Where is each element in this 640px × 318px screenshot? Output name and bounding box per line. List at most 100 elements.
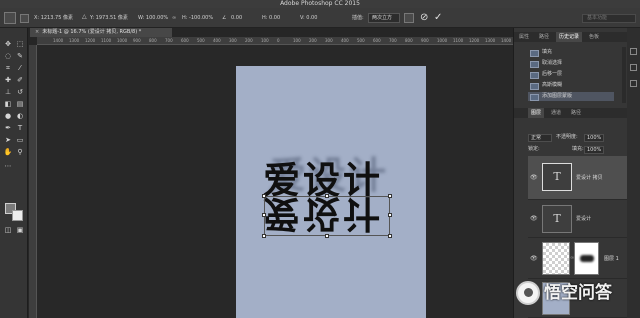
document-tab[interactable]: × 未标题-1 @ 16.7% (爱设计 拷贝, RGB/8) * — [30, 28, 172, 37]
fill-input[interactable]: 100% — [584, 146, 604, 154]
eyedropper-tool-icon[interactable]: ⁄ — [15, 64, 25, 73]
stamp-tool-icon[interactable]: ⊥ — [3, 88, 13, 97]
interpolation-select[interactable]: 两次立方 — [368, 13, 400, 23]
panel-icon[interactable] — [630, 80, 637, 87]
transform-bounding-box[interactable] — [262, 194, 392, 238]
interpolation-label: 插值: — [352, 15, 364, 21]
eye-icon[interactable]: 👁 — [530, 215, 538, 223]
ruler-tick-label: 700 — [165, 38, 173, 43]
tab-layer-paths[interactable]: 路径 — [568, 108, 584, 118]
brush-tool-icon[interactable]: ✐ — [15, 76, 25, 85]
background-color-swatch[interactable] — [12, 210, 23, 221]
tab-paths[interactable]: 路径 — [536, 32, 552, 42]
dodge-tool-icon[interactable]: ◐ — [15, 112, 25, 121]
screen-mode-icon[interactable]: ▣ — [15, 226, 25, 235]
layer-row[interactable]: 👁 ∞ 图层 1 — [528, 239, 628, 279]
quick-mask-icon[interactable]: ◫ — [3, 226, 13, 235]
type-layer-thumbnail: T — [542, 163, 572, 191]
close-icon[interactable]: × — [35, 29, 39, 35]
type-tool-icon[interactable]: T — [15, 124, 25, 133]
layer-name[interactable]: 爱设计 — [576, 215, 591, 223]
layer-name[interactable]: 图层 1 — [604, 255, 619, 263]
transform-handle[interactable] — [388, 194, 392, 198]
right-panel: 属性 路径 历史记录 色板 填充 取消选择 后移一层 高斯模糊 添加图层蒙版 图… — [513, 28, 628, 318]
ruler-tick-label: 200 — [245, 38, 253, 43]
history-item[interactable]: 高斯模糊 — [528, 81, 614, 90]
delta-icon[interactable]: △ — [82, 12, 87, 22]
transform-handle[interactable] — [262, 194, 266, 198]
transform-handle[interactable] — [262, 234, 266, 238]
layer-row[interactable]: 👁 T 爱设计 拷贝 — [528, 156, 628, 200]
ruler-tick-label: 600 — [181, 38, 189, 43]
hskew-field[interactable]: H: 0.00 — [262, 13, 280, 23]
history-item[interactable]: 添加图层蒙版 — [528, 92, 614, 101]
move-tool-icon[interactable]: ✥ — [3, 40, 13, 49]
x-field[interactable]: X: 1213.75 像素 — [34, 13, 73, 23]
width-field[interactable]: W: 100.00% — [138, 13, 168, 23]
history-brush-tool-icon[interactable]: ↺ — [15, 88, 25, 97]
options-bar: X: 1213.75 像素 △ Y: 1973.51 像素 W: 100.00%… — [0, 8, 640, 28]
watermark-logo-icon — [516, 281, 540, 305]
hand-tool-icon[interactable]: ✋ — [3, 148, 13, 157]
panel-dock-strip — [627, 28, 640, 318]
shape-tool-icon[interactable]: ▭ — [15, 136, 25, 145]
transform-tool-icon[interactable] — [4, 12, 16, 24]
vskew-field[interactable]: V: 0.00 — [300, 13, 317, 23]
layer-thumbnail — [542, 242, 570, 275]
tab-layers[interactable]: 图层 — [528, 108, 545, 118]
transform-handle[interactable] — [325, 194, 329, 198]
transform-handle[interactable] — [388, 213, 392, 217]
transform-handle[interactable] — [388, 234, 392, 238]
blend-mode-select[interactable]: 正常 — [528, 134, 552, 142]
history-scrollbar[interactable] — [622, 47, 626, 103]
ruler-tick-label: 1300 — [69, 38, 80, 43]
reference-point-icon[interactable] — [20, 14, 29, 23]
workspace-select[interactable]: 基本功能 — [582, 14, 636, 23]
history-item[interactable]: 后移一层 — [528, 70, 614, 79]
type-layer-thumbnail: T — [542, 205, 572, 233]
tab-properties[interactable]: 属性 — [516, 32, 532, 42]
history-item[interactable]: 填充 — [528, 48, 614, 57]
title-bar: Adobe Photoshop CC 2015 — [0, 0, 640, 8]
layer-name[interactable]: 爱设计 拷贝 — [576, 174, 603, 182]
panel-icon[interactable] — [630, 64, 637, 71]
opacity-input[interactable]: 100% — [584, 134, 604, 142]
lasso-tool-icon[interactable]: ◌ — [3, 52, 13, 61]
transform-handle[interactable] — [325, 234, 329, 238]
transform-handle[interactable] — [262, 213, 266, 217]
layer-mask-thumbnail[interactable] — [574, 242, 599, 275]
panel-icon[interactable] — [630, 48, 637, 55]
eye-icon[interactable]: 👁 — [530, 174, 538, 182]
tab-history[interactable]: 历史记录 — [556, 32, 583, 42]
quick-select-tool-icon[interactable]: ✎ — [15, 52, 25, 61]
vertical-ruler[interactable] — [29, 45, 37, 318]
healing-tool-icon[interactable]: ✚ — [3, 76, 13, 85]
blur-tool-icon[interactable]: ● — [3, 112, 13, 121]
commit-transform-icon[interactable]: ✓ — [434, 11, 442, 25]
angle-icon: ∠ — [222, 15, 227, 21]
y-field[interactable]: Y: 1973.51 像素 — [90, 13, 128, 23]
warp-icon[interactable] — [404, 13, 414, 23]
history-item[interactable]: 取消选择 — [528, 59, 614, 68]
zoom-tool-icon[interactable]: ⚲ — [15, 148, 25, 157]
ruler-tick-label: 1400 — [53, 38, 64, 43]
document-tab-label: 未标题-1 @ 16.7% (爱设计 拷贝, RGB/8) * — [42, 29, 142, 35]
height-field[interactable]: H: -100.00% — [182, 13, 213, 23]
eraser-tool-icon[interactable]: ◧ — [3, 100, 13, 109]
marquee-tool-icon[interactable]: ⬚ — [15, 40, 25, 49]
tab-channels[interactable]: 通道 — [548, 108, 564, 118]
pen-tool-icon[interactable]: ✒ — [3, 124, 13, 133]
path-select-tool-icon[interactable]: ➤ — [3, 136, 13, 145]
layer-row[interactable]: 👁 T 爱设计 — [528, 201, 628, 238]
eye-icon[interactable]: 👁 — [530, 255, 538, 263]
gradient-tool-icon[interactable]: ▤ — [15, 100, 25, 109]
angle-field[interactable]: 0.00 — [231, 13, 242, 23]
tab-swatches[interactable]: 色板 — [586, 32, 602, 42]
opacity-label: 不透明度: — [556, 134, 578, 140]
crop-tool-icon[interactable]: ⌗ — [3, 64, 13, 73]
cancel-transform-icon[interactable]: ⊘ — [420, 11, 428, 25]
link-icon[interactable]: ∞ — [172, 13, 176, 23]
more-tools-icon[interactable]: ⋯ — [3, 162, 13, 171]
horizontal-ruler[interactable]: 1400 1300 1200 1100 1000 900 800 700 600 500 400 30… — [37, 37, 513, 45]
ruler-tick-label: 600 — [373, 38, 381, 43]
